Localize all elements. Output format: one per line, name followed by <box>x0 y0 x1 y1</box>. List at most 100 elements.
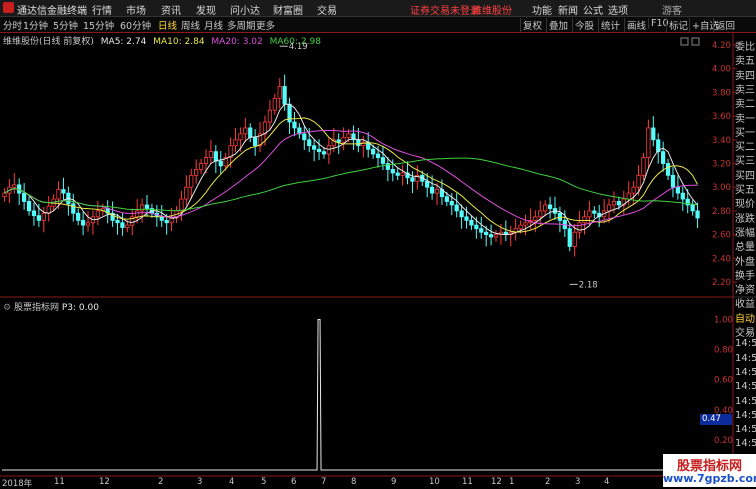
side-panel-item: 买五 <box>735 185 755 196</box>
indicator-p3: P3: 0.00 <box>61 303 99 313</box>
y-tick-label: 3.20 <box>712 160 731 170</box>
candle-body <box>326 145 332 155</box>
side-panel-item: 卖一 <box>735 113 755 125</box>
candle-body <box>76 212 81 221</box>
side-panel-item[interactable]: 自动 <box>735 310 756 325</box>
x-tick-label: 11 <box>462 477 473 487</box>
candle-body <box>238 133 243 141</box>
candle-body <box>661 151 666 164</box>
candle-body <box>341 137 346 143</box>
x-tick-label: 2 <box>545 477 551 487</box>
side-panel-item: 买四 <box>735 170 755 182</box>
side-panel-item[interactable]: 交易 <box>735 324 756 339</box>
kline-chart[interactable]: 4.20 4.00 3.80 3.60 3.40 3.20 3.00 2.80 2.60 2.40… <box>0 0 756 487</box>
side-panel-item: 买一 <box>735 127 755 139</box>
low-annotation: 2.18 <box>579 280 598 290</box>
side-panel-item: 买二 <box>735 142 755 154</box>
candle-body <box>135 210 140 218</box>
side-panel-item: 14:5 <box>735 409 756 421</box>
candle-body <box>434 189 440 194</box>
candle-body <box>469 219 474 226</box>
indicator-settings-icon[interactable]: ⚙ <box>3 303 11 313</box>
indicator-readout: 0.47 <box>700 414 732 425</box>
y-tick-label: 4.20 <box>712 41 731 51</box>
candle-body <box>243 127 248 135</box>
ma5-line <box>4 103 698 236</box>
side-panel-item: 14:5 <box>735 381 756 393</box>
candle-body <box>169 217 174 224</box>
candle-body <box>31 210 37 217</box>
x-tick-label: 2 <box>158 477 164 487</box>
x-tick-label: 3 <box>197 477 203 487</box>
candle-body <box>21 192 27 202</box>
candle-body <box>56 189 61 200</box>
side-panel-item: 委比 <box>735 42 755 53</box>
x-tick-label: 4 <box>229 477 235 487</box>
candle-body <box>611 201 617 206</box>
candle-body <box>120 222 125 228</box>
candle-body <box>523 222 528 226</box>
candle-body <box>316 148 322 153</box>
candle-body <box>184 186 189 200</box>
candle-body <box>248 127 253 138</box>
side-panel-item: 卖四 <box>735 70 755 82</box>
y-tick-label: 4.00 <box>712 65 731 75</box>
ma60-line <box>4 157 698 212</box>
side-panel-item: 收益 <box>735 299 755 311</box>
candle-body <box>125 224 130 228</box>
candle-body <box>616 201 622 206</box>
side-panel-item: 14:5 <box>735 338 756 350</box>
y-tick-label: 3.80 <box>712 88 731 98</box>
candle-body <box>198 163 204 170</box>
side-panel-item: 买三 <box>735 156 755 168</box>
candle-body <box>479 228 484 233</box>
watermark-url: www.7gpzb.com <box>663 472 756 485</box>
candle-body <box>36 215 41 221</box>
side-panel-item: 净资 <box>735 285 755 297</box>
candle-body <box>2 192 7 198</box>
side-panel-item: 卖五 <box>735 56 755 68</box>
x-tick-label: 12 <box>491 477 502 487</box>
candle-body <box>80 219 86 226</box>
indicator-name: 股票指标网 <box>13 303 59 313</box>
candle-body <box>488 234 494 238</box>
candle-body <box>449 201 454 206</box>
indicator-line <box>2 319 700 471</box>
candle-body <box>665 163 671 176</box>
candle-body <box>484 231 489 235</box>
candle-body <box>203 157 209 164</box>
candle-body <box>631 186 636 194</box>
candle-body <box>538 210 543 218</box>
side-panel-item: 14:5 <box>735 366 756 378</box>
settings-icon[interactable] <box>691 37 700 46</box>
candle-body <box>690 204 695 212</box>
candle-body <box>395 172 400 176</box>
candle-body <box>208 151 214 158</box>
y-tick-label: 3.60 <box>712 112 731 122</box>
side-panel-item: 卖三 <box>735 84 755 96</box>
side-panel-item: 换手 <box>735 270 755 282</box>
candle-body <box>164 219 169 224</box>
side-panel-item: 卖二 <box>735 99 755 111</box>
y-tick-label: 2.60 <box>712 231 731 241</box>
candle-body <box>233 139 238 147</box>
side-panel-item: 14:5 <box>735 395 756 407</box>
x-tick-label: 12 <box>99 477 110 487</box>
x-tick-label: 3 <box>575 477 581 487</box>
candle-body <box>444 196 449 202</box>
indicator-tick-label: 1.00 <box>714 316 733 326</box>
candle-body <box>12 184 17 188</box>
candle-body <box>567 228 572 247</box>
candle-body <box>582 216 587 224</box>
x-tick-label: 7 <box>321 477 327 487</box>
moving-averages <box>4 103 698 236</box>
side-panel-item: 14:5 <box>735 438 756 450</box>
zoom-icon[interactable] <box>680 37 689 46</box>
candle-body <box>267 109 273 123</box>
x-tick-label: 4 <box>604 477 610 487</box>
candle-body <box>194 169 199 176</box>
candle-body <box>547 204 553 209</box>
candle-body <box>218 160 223 167</box>
x-tick-label: 6 <box>291 477 297 487</box>
x-tick-label: 9 <box>391 477 397 487</box>
